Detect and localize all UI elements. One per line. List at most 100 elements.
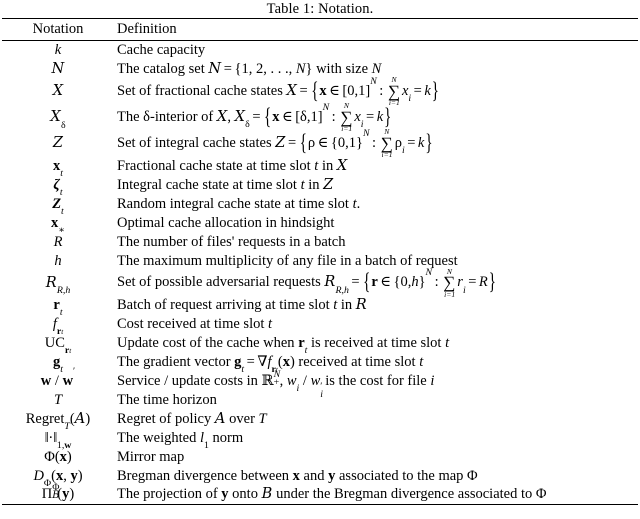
symbol-R-h-sub: R,h <box>56 285 71 297</box>
symbol-rho: ρ <box>394 134 402 151</box>
symbol-R: R <box>478 274 488 290</box>
symbol-Pi: Π <box>41 486 53 503</box>
table-row: x∗ Optimal cache allocation in hindsight <box>2 214 638 236</box>
table-row: h The maximum multiplicity of any file i… <box>2 252 638 271</box>
symbol-rparen: ) <box>85 410 91 427</box>
symbol-rbrace: } <box>305 60 313 77</box>
symbol-rparen: ) <box>289 353 295 370</box>
text: in <box>308 176 320 193</box>
text: Random integral cache state at time slot <box>117 195 349 212</box>
symbol-delta-sub: δ <box>60 119 66 131</box>
table-row: Φ(x) Mirror map <box>2 448 638 467</box>
table-row: X Set of fractional cache states X = {x ∈ [0… <box>2 75 638 107</box>
text: The gradient vector <box>117 353 231 370</box>
symbol-t-sub: t <box>241 364 245 376</box>
text: Regret of policy <box>117 410 212 427</box>
text: Fractional cache state at time slot <box>117 157 311 174</box>
symbol-N-sup: N <box>425 267 433 279</box>
symbol-zeta: ζ <box>53 176 60 193</box>
symbol-bold-y: y <box>221 486 229 503</box>
symbol-cal-X: X <box>50 109 61 125</box>
symbol-colon: : <box>372 134 377 151</box>
symbol-N-sup: N <box>370 75 377 87</box>
symbol-comma: , <box>263 60 267 77</box>
symbol-t: t <box>419 353 424 370</box>
sum-upper-limit: N <box>384 127 390 136</box>
definition-integral-set: Set of integral cache states Z = {ρ ∈ {0,1}N… <box>114 127 638 160</box>
column-header-notation: Notation <box>2 18 114 41</box>
text: Update cost of the cache when <box>117 334 295 351</box>
symbol-h: h <box>54 252 62 269</box>
symbol-t: t <box>69 347 72 356</box>
summation: N ∑ i=1 <box>442 267 456 298</box>
symbol-t-sub: t <box>304 345 308 357</box>
symbol-lbrace-big: { <box>299 130 307 156</box>
symbol-bold-r: r <box>298 334 305 351</box>
sum-lower-limit: i=1 <box>341 124 353 134</box>
symbol-equals: = <box>252 108 261 125</box>
sum-lower-limit: i=1 <box>381 150 393 160</box>
symbol-t-sub: t <box>59 187 63 199</box>
symbol-nabla: ∇ <box>257 353 268 370</box>
symbol-cal-B-sub: B <box>52 490 60 502</box>
symbol-bold-y: y <box>328 467 336 484</box>
symbol-Pi-B-Phi: ΠΦB <box>41 483 60 503</box>
text: The number of files' requests in a batch <box>117 233 346 250</box>
symbol-rt-sub: rt <box>57 326 63 337</box>
symbol-bold-y: y <box>70 467 78 484</box>
symbol-t-sub: t <box>61 206 64 218</box>
column-header-definition: Definition <box>114 18 638 41</box>
text: Service / update costs in <box>117 372 258 389</box>
symbol-equals: = <box>223 60 232 77</box>
table-row: Z Set of integral cache states Z = {ρ ∈ {0,1… <box>2 127 638 160</box>
symbol-dots: . . . <box>270 60 289 77</box>
text: is the cost for file <box>325 372 427 389</box>
table-header-row: Notation Definition <box>2 18 638 41</box>
symbol-regret-word: Regret <box>25 410 65 427</box>
symbol-cal-X: X <box>216 108 228 125</box>
symbol-rbrace-big: } <box>425 130 433 156</box>
notation-projection: Π Φ B (y) <box>2 483 114 505</box>
symbol-one: 1 <box>310 108 318 125</box>
symbol-delta: δ <box>143 108 151 125</box>
symbol-in: ∈ <box>317 134 329 151</box>
table-row: Π Φ B (y) The projection of y onto B under … <box>2 483 638 505</box>
symbol-in: ∈ <box>380 274 391 290</box>
definition-R: The number of files' requests in a batch <box>114 233 638 252</box>
table-row: NZt Random integral cache state at time … <box>2 195 638 218</box>
definition-x-star: Optimal cache allocation in hindsight <box>114 214 638 233</box>
symbol-N-sup: N <box>362 127 370 139</box>
definition-r-t: Batch of request arriving at time slot t… <box>114 296 638 315</box>
notation-x-t: xt <box>2 157 114 179</box>
symbol-comma: , <box>248 60 253 77</box>
notation-h: h <box>2 252 114 271</box>
symbol-rt-sub: rt <box>65 345 71 356</box>
symbol-R-plus-N: ℝ N + <box>262 369 281 390</box>
symbol-rbrack: ] <box>317 108 323 125</box>
table-row: UCrt Update cost of the cache when rt is… <box>2 334 638 357</box>
symbol-one: 1 <box>241 60 249 77</box>
symbol-x: x <box>354 108 361 125</box>
symbol-cal-Z: Z <box>52 135 64 151</box>
symbol-equals: = <box>246 353 255 370</box>
symbol-cal-X: X <box>52 83 64 99</box>
symbol-cal-R: R <box>355 296 367 313</box>
symbol-i-sub: i <box>401 145 405 157</box>
definition-projection: The projection of y onto B under the Bre… <box>114 485 638 505</box>
definition-uc-rt: Update cost of the cache when rt is rece… <box>114 334 638 357</box>
symbol-lbrace-big: { <box>311 78 319 104</box>
symbol-T-sub: T <box>64 421 70 433</box>
text: Integral cache state at time slot <box>117 176 297 193</box>
notation-delta-interior: Xδ <box>2 105 114 131</box>
symbol-rparen: ) <box>69 486 75 503</box>
symbol-equals: = <box>413 82 422 99</box>
sum-upper-limit: N <box>391 75 397 84</box>
table-body: k Cache capacity N The catalog set N = {1,… <box>2 41 638 505</box>
definition-h: The maximum multiplicity of any file in … <box>114 252 638 271</box>
symbol-t: t <box>333 296 338 313</box>
text: with size <box>316 60 369 77</box>
symbol-lbrace-big: { <box>363 270 371 296</box>
symbol-k: k <box>54 41 62 58</box>
text: in <box>321 157 334 174</box>
definition-zeta-t: Integral cache state at time slot t in Z <box>114 176 638 195</box>
